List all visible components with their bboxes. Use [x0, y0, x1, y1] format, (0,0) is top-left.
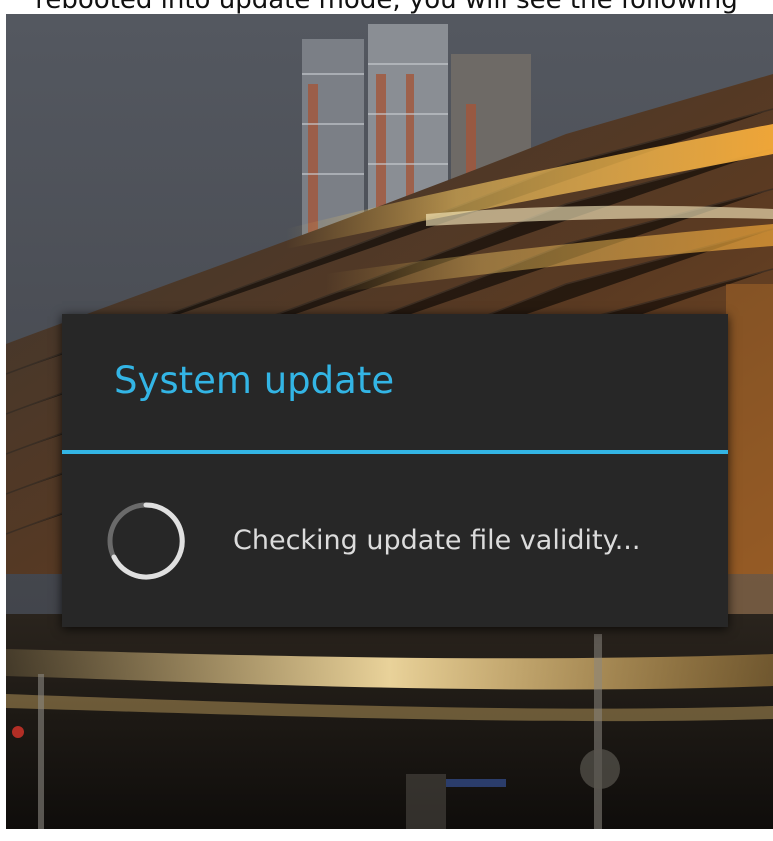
system-update-dialog: System update Checking update file valid…	[62, 314, 728, 627]
screen: rebooted into update mode, you will see …	[0, 0, 773, 841]
bottom-strip	[0, 829, 773, 841]
top-caption: rebooted into update mode, you will see …	[0, 0, 773, 14]
title-divider	[62, 450, 728, 454]
dialog-message: Checking update file validity...	[233, 525, 641, 556]
dialog-title: System update	[114, 359, 395, 402]
progress-spinner-icon	[107, 502, 185, 580]
